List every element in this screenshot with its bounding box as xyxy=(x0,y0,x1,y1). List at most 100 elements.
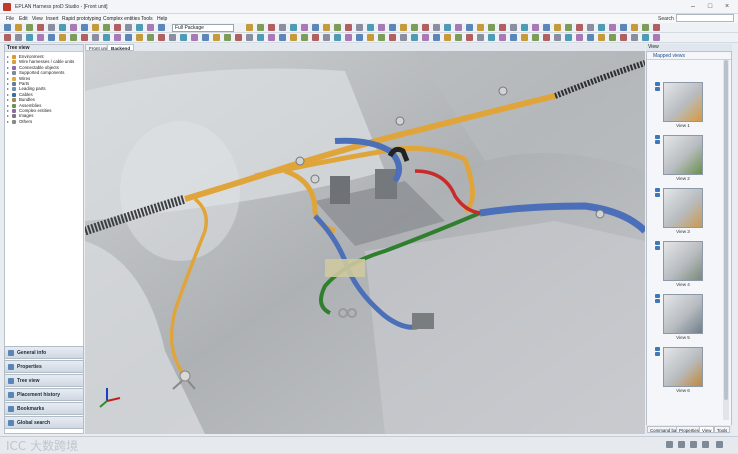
view-thumbnail[interactable] xyxy=(663,135,703,175)
toolbar-button-icon[interactable] xyxy=(103,24,110,31)
menu-file[interactable]: File xyxy=(6,16,14,22)
expand-chevron-icon[interactable]: ▸ xyxy=(7,119,9,124)
toolbar-button-icon[interactable] xyxy=(433,34,440,41)
menu-complex-entities[interactable]: Complex entities xyxy=(103,16,140,22)
status-view-icon-5[interactable] xyxy=(716,441,723,448)
toolbar-button-icon[interactable] xyxy=(455,34,462,41)
toolbar-button-icon[interactable] xyxy=(81,34,88,41)
menu-edit[interactable]: Edit xyxy=(19,16,28,22)
menu-tools[interactable]: Tools xyxy=(141,16,153,22)
toolbar-button-icon[interactable] xyxy=(246,34,253,41)
toolbar-button-icon[interactable] xyxy=(653,24,660,31)
status-view-icon-4[interactable] xyxy=(702,441,709,448)
camera-icon[interactable] xyxy=(655,135,660,139)
toolbar-button-icon[interactable] xyxy=(246,24,253,31)
eye-icon[interactable] xyxy=(655,246,660,250)
mapped-view-item[interactable]: View 1 xyxy=(655,82,719,132)
toolbar-button-icon[interactable] xyxy=(389,24,396,31)
view-action-icons[interactable] xyxy=(655,347,661,357)
camera-icon[interactable] xyxy=(655,347,660,351)
search-input[interactable] xyxy=(676,14,734,22)
toolbar-button-icon[interactable] xyxy=(620,24,627,31)
toolbar-button-icon[interactable] xyxy=(378,34,385,41)
toolbar-button-icon[interactable] xyxy=(411,24,418,31)
toolbar-button-icon[interactable] xyxy=(510,34,517,41)
view-thumbnail[interactable] xyxy=(663,82,703,122)
toolbar-button-icon[interactable] xyxy=(543,34,550,41)
view-action-icons[interactable] xyxy=(655,188,661,198)
toolbar-button-icon[interactable] xyxy=(422,34,429,41)
toolbar-button-icon[interactable] xyxy=(345,34,352,41)
toolbar-button-icon[interactable] xyxy=(477,34,484,41)
toolbar-button-icon[interactable] xyxy=(323,24,330,31)
toolbar-button-icon[interactable] xyxy=(290,24,297,31)
3d-viewport[interactable] xyxy=(85,51,645,434)
toolbar-button-icon[interactable] xyxy=(114,34,121,41)
toolbar-button-icon[interactable] xyxy=(532,24,539,31)
toolbar-button-icon[interactable] xyxy=(191,34,198,41)
toolbar-button-icon[interactable] xyxy=(466,24,473,31)
toolbar-button-icon[interactable] xyxy=(642,24,649,31)
toolbar-button-icon[interactable] xyxy=(345,24,352,31)
tree-item[interactable]: ▸ Others xyxy=(5,119,83,124)
minimize-icon[interactable]: – xyxy=(686,2,700,12)
view-thumbnail[interactable] xyxy=(663,347,703,387)
toolbar-button-icon[interactable] xyxy=(257,34,264,41)
toolbar-button-icon[interactable] xyxy=(37,24,44,31)
toolbar-button-icon[interactable] xyxy=(224,34,231,41)
toolbar-button-icon[interactable] xyxy=(532,34,539,41)
tab-view[interactable]: View xyxy=(699,426,715,433)
toolbar-button-icon[interactable] xyxy=(576,34,583,41)
toolbar-button-icon[interactable] xyxy=(15,34,22,41)
toolbar-button-icon[interactable] xyxy=(609,24,616,31)
nav-section-properties[interactable]: Properties xyxy=(4,360,84,373)
mapped-view-item[interactable]: View 4 xyxy=(655,241,719,291)
toolbar-button-icon[interactable] xyxy=(488,34,495,41)
toolbar-button-icon[interactable] xyxy=(334,34,341,41)
mapped-view-item[interactable]: View 5 xyxy=(655,294,719,344)
toolbar-button-icon[interactable] xyxy=(81,24,88,31)
toolbar-button-icon[interactable] xyxy=(92,34,99,41)
toolbar-button-icon[interactable] xyxy=(92,24,99,31)
camera-icon[interactable] xyxy=(655,82,660,86)
toolbar-button-icon[interactable] xyxy=(158,24,165,31)
toolbar-button-icon[interactable] xyxy=(37,34,44,41)
toolbar-button-icon[interactable] xyxy=(653,34,660,41)
toolbar-button-icon[interactable] xyxy=(312,24,319,31)
toolbar-button-icon[interactable] xyxy=(433,24,440,31)
view-thumbnail[interactable] xyxy=(663,294,703,334)
menu-help[interactable]: Help xyxy=(157,16,167,22)
toolbar-button-icon[interactable] xyxy=(213,34,220,41)
toolbar-button-icon[interactable] xyxy=(136,24,143,31)
view-action-icons[interactable] xyxy=(655,241,661,251)
toolbar-button-icon[interactable] xyxy=(554,24,561,31)
toolbar-button-icon[interactable] xyxy=(147,24,154,31)
toolbar-button-icon[interactable] xyxy=(400,24,407,31)
toolbar-button-icon[interactable] xyxy=(422,24,429,31)
toolbar-button-icon[interactable] xyxy=(620,34,627,41)
toolbar-button-icon[interactable] xyxy=(125,24,132,31)
toolbar-button-icon[interactable] xyxy=(202,34,209,41)
toolbar-button-icon[interactable] xyxy=(598,24,605,31)
view-panel-scroll-thumb[interactable] xyxy=(724,60,728,400)
toolbar-button-icon[interactable] xyxy=(488,24,495,31)
status-view-icon-2[interactable] xyxy=(678,441,685,448)
toolbar-button-icon[interactable] xyxy=(521,34,528,41)
menu-insert[interactable]: Insert xyxy=(46,16,59,22)
toolbar-button-icon[interactable] xyxy=(521,24,528,31)
toolbar-button-icon[interactable] xyxy=(15,24,22,31)
toolbar-button-icon[interactable] xyxy=(114,24,121,31)
toolbar-button-icon[interactable] xyxy=(587,24,594,31)
eye-icon[interactable] xyxy=(655,352,660,356)
toolbar-button-icon[interactable] xyxy=(158,34,165,41)
toolbar-button-icon[interactable] xyxy=(136,34,143,41)
toolbar-button-icon[interactable] xyxy=(70,34,77,41)
toolbar-button-icon[interactable] xyxy=(378,24,385,31)
eye-icon[interactable] xyxy=(655,299,660,303)
toolbar-button-icon[interactable] xyxy=(312,34,319,41)
close-icon[interactable]: × xyxy=(720,2,734,12)
toolbar-button-icon[interactable] xyxy=(235,34,242,41)
view-thumbnail[interactable] xyxy=(663,188,703,228)
toolbar-button-icon[interactable] xyxy=(4,24,11,31)
toolbar-button-icon[interactable] xyxy=(59,34,66,41)
